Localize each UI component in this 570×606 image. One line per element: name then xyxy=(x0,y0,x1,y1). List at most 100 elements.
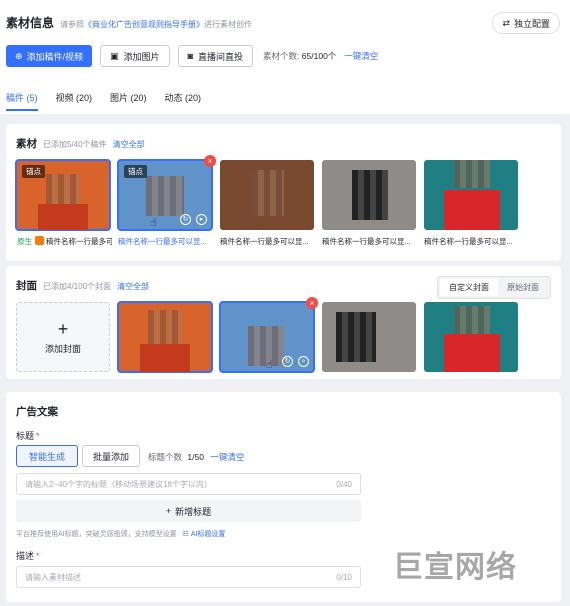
native-badge: 原生 xyxy=(17,237,32,246)
required-mark: * xyxy=(36,431,40,441)
material-caption: 原生 稿件名称一行最多可以显示 xyxy=(17,236,112,247)
cover-type-toggle: 自定义封面 原始封面 xyxy=(437,276,551,299)
material-title: 素材 xyxy=(16,138,37,150)
material-tabs: 稿件 (5) 视频 (20) 图片 (20) 动态 (20) xyxy=(6,91,201,111)
material-thumbnail[interactable] xyxy=(322,160,416,230)
replace-icon[interactable]: ↻ xyxy=(180,214,191,225)
required-mark: * xyxy=(36,551,40,561)
plus-icon: + xyxy=(165,506,172,516)
shirt-shape xyxy=(38,204,88,230)
thumbnail-actions: ↻ ▸ xyxy=(180,214,207,225)
headline-counter: 0/40 xyxy=(336,479,352,489)
cover-thumbnail[interactable]: ↻ ⌕ ☝ xyxy=(219,301,315,373)
section-header: 素材信息 请参照《商业化广告创意观则指导手册》进行素材创作 xyxy=(6,14,252,31)
blurred-face xyxy=(454,160,490,188)
image-icon: ▣ xyxy=(110,50,119,61)
shirt-shape xyxy=(444,334,500,372)
material-thumbnail[interactable]: 锚点 xyxy=(15,159,111,231)
thumbnail-actions: ↻ ⌕ xyxy=(282,356,309,367)
live-direct-button[interactable]: ◙ 直播间直投 xyxy=(177,45,254,67)
material-caption: 稿件名称一行最多可以显... xyxy=(424,237,513,246)
ai-setting-link[interactable]: ☷ AI标题设置 xyxy=(183,531,226,538)
blurred-face xyxy=(148,310,182,348)
smart-generate-button[interactable]: 智能生成 xyxy=(16,445,79,467)
material-added-count: 已添加5/40个稿件 xyxy=(43,140,107,149)
guideline-link[interactable]: 《商业化广告创意观则指导手册》 xyxy=(84,20,204,29)
add-headline-label: 新增标题 xyxy=(175,506,212,517)
headline-label: 标题 * xyxy=(16,429,40,442)
add-video-button[interactable]: ⊕ 添加稿件/视频 xyxy=(6,45,93,67)
tab-video[interactable]: 视频 (20) xyxy=(56,91,93,111)
shirt-shape xyxy=(444,190,500,230)
swap-icon: ⇄ xyxy=(502,17,510,28)
ad-copy-title: 广告文案 xyxy=(16,406,58,418)
settings-icon: ☷ xyxy=(182,531,189,538)
delete-icon[interactable]: × xyxy=(306,297,318,309)
cover-thumbnail[interactable] xyxy=(424,302,518,372)
custom-cover-option[interactable]: 自定义封面 xyxy=(440,279,498,296)
live-icon: ◙ xyxy=(187,51,194,61)
material-thumbnail[interactable]: 锚点 ↻ ▸ ☝ xyxy=(117,159,213,231)
ai-tip-text: 平台推荐使用AI标题，突破灵感瓶颈，支持模型设置 xyxy=(16,531,177,538)
independent-config-button[interactable]: ⇄ 独立配置 xyxy=(492,12,560,34)
tab-dynamic[interactable]: 动态 (20) xyxy=(165,91,202,111)
cover-clear-link[interactable]: 清空全部 xyxy=(117,281,149,292)
hint-prefix: 请参照 xyxy=(60,20,85,29)
material-toolbar: ⊕ 添加稿件/视频 ▣ 添加图片 ◙ 直播间直投 素材个数: 65/100个 一… xyxy=(6,45,378,67)
headline-count: 标题个数 1/50 一键清空 xyxy=(148,451,244,463)
material-thumbnail[interactable] xyxy=(220,160,314,230)
shirt-shape xyxy=(140,344,190,372)
top-panel: 素材信息 请参照《商业化广告创意观则指导手册》进行素材创作 ⇄ 独立配置 ⊕ 添… xyxy=(0,0,570,114)
play-icon[interactable]: ▸ xyxy=(196,214,207,225)
cover-thumbnail[interactable] xyxy=(322,302,416,372)
material-clear-link[interactable]: 清空全部 xyxy=(113,139,145,150)
manuscript-tag-icon xyxy=(35,236,44,245)
add-video-label: 添加稿件/视频 xyxy=(26,51,84,62)
plus-icon: + xyxy=(57,318,69,339)
material-thumbnail[interactable] xyxy=(424,160,518,230)
desc-counter: 0/10 xyxy=(336,572,352,582)
live-direct-label: 直播间直投 xyxy=(198,51,244,62)
batch-add-button[interactable]: 批量添加 xyxy=(82,445,141,467)
headline-count-label: 标题个数 xyxy=(148,452,183,462)
headline-label-text: 标题 xyxy=(16,431,35,441)
tab-manuscript[interactable]: 稿件 (5) xyxy=(6,91,38,111)
cover-thumbnail[interactable] xyxy=(117,301,213,373)
independent-config-label: 独立配置 xyxy=(513,18,550,29)
hand-cursor-icon: ☝ xyxy=(266,359,273,371)
add-image-button[interactable]: ▣ 添加图片 xyxy=(100,45,170,67)
add-headline-button[interactable]: + 新增标题 xyxy=(16,500,361,522)
watermark-logo: 巨宣网络 xyxy=(393,550,517,585)
delete-icon[interactable]: × xyxy=(204,155,216,167)
hint-suffix: 进行素材创作 xyxy=(204,20,253,29)
material-caption: 稿件名称一行最多可以显... xyxy=(118,237,207,246)
ai-tip: 平台推荐使用AI标题，突破灵感瓶颈，支持模型设置 ☷ AI标题设置 xyxy=(16,529,225,539)
cover-added-count: 已添加4/100个封面 xyxy=(43,282,112,291)
ai-setting-label: AI标题设置 xyxy=(190,531,226,538)
desc-input[interactable]: 请输入素材描述 0/10 xyxy=(16,566,361,588)
blurred-face xyxy=(454,306,490,334)
tab-image[interactable]: 图片 (20) xyxy=(110,91,147,111)
anchor-tag: 锚点 xyxy=(124,165,147,178)
material-caption: 稿件名称一行最多可以显... xyxy=(322,237,411,246)
original-cover-option[interactable]: 原始封面 xyxy=(498,279,548,296)
add-cover-button[interactable]: + 添加封面 xyxy=(16,302,110,372)
replace-icon[interactable]: ↻ xyxy=(282,356,293,367)
cover-header: 封面 已添加4/100个封面 清空全部 xyxy=(16,278,149,293)
headline-clear-link[interactable]: 一键清空 xyxy=(210,452,244,462)
add-cover-label: 添加封面 xyxy=(44,343,81,354)
page-title: 素材信息 xyxy=(6,16,55,30)
zoom-icon[interactable]: ⌕ xyxy=(298,356,309,367)
material-count-value: 65/100个 xyxy=(301,51,337,61)
blurred-face xyxy=(146,176,184,216)
desc-placeholder: 请输入素材描述 xyxy=(25,572,81,582)
anchor-tag: 锚点 xyxy=(22,165,45,178)
plus-icon: ⊕ xyxy=(15,50,23,61)
blurred-face xyxy=(352,170,388,220)
guideline-hint: 请参照《商业化广告创意观则指导手册》进行素材创作 xyxy=(60,19,252,30)
material-count-label: 素材个数: xyxy=(263,51,300,61)
headline-input[interactable]: 请输入2~40个字的标题（移动场景建议18个字以内） 0/40 xyxy=(16,473,361,495)
clear-all-link[interactable]: 一键清空 xyxy=(344,50,378,62)
material-count: 素材个数: 65/100个 xyxy=(263,50,336,62)
desc-label: 描述 * xyxy=(16,549,40,562)
